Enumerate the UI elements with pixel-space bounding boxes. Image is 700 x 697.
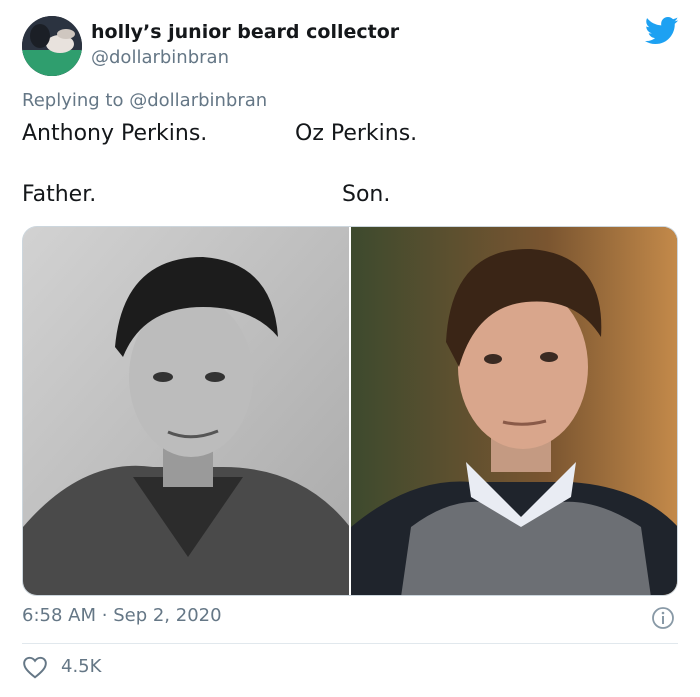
- user-avatar-image: [22, 16, 82, 76]
- photo-father[interactable]: [23, 227, 349, 595]
- author-handle[interactable]: @dollarbinbran: [91, 47, 229, 68]
- timestamp-separator: ·: [101, 605, 108, 626]
- reply-mention-link[interactable]: @dollarbinbran: [129, 90, 267, 111]
- avatar[interactable]: [22, 16, 82, 76]
- tweet-date: Sep 2, 2020: [113, 605, 222, 626]
- reply-context: Replying to @dollarbinbran: [22, 90, 267, 111]
- engagement-divider: [22, 643, 678, 644]
- media-grid[interactable]: [22, 226, 678, 596]
- tweet-text-father-name: Anthony Perkins.: [22, 121, 208, 146]
- author-display-name[interactable]: holly’s junior beard collector: [91, 21, 399, 43]
- photo-son-image: [351, 227, 677, 595]
- tweet-time: 6:58 AM: [22, 605, 96, 626]
- like-count[interactable]: 4.5K: [61, 656, 101, 677]
- reply-prefix: Replying to: [22, 90, 124, 111]
- tweet-timestamp[interactable]: 6:58 AM · Sep 2, 2020: [22, 605, 222, 626]
- info-icon[interactable]: [651, 606, 675, 630]
- heart-icon[interactable]: [22, 655, 48, 679]
- photo-son[interactable]: [351, 227, 677, 595]
- tweet-text-father-label: Father.: [22, 182, 97, 207]
- tweet-text-son-label: Son.: [342, 182, 391, 207]
- tweet-text-son-name: Oz Perkins.: [295, 121, 418, 146]
- photo-father-image: [23, 227, 349, 595]
- twitter-bird-icon[interactable]: [645, 16, 679, 46]
